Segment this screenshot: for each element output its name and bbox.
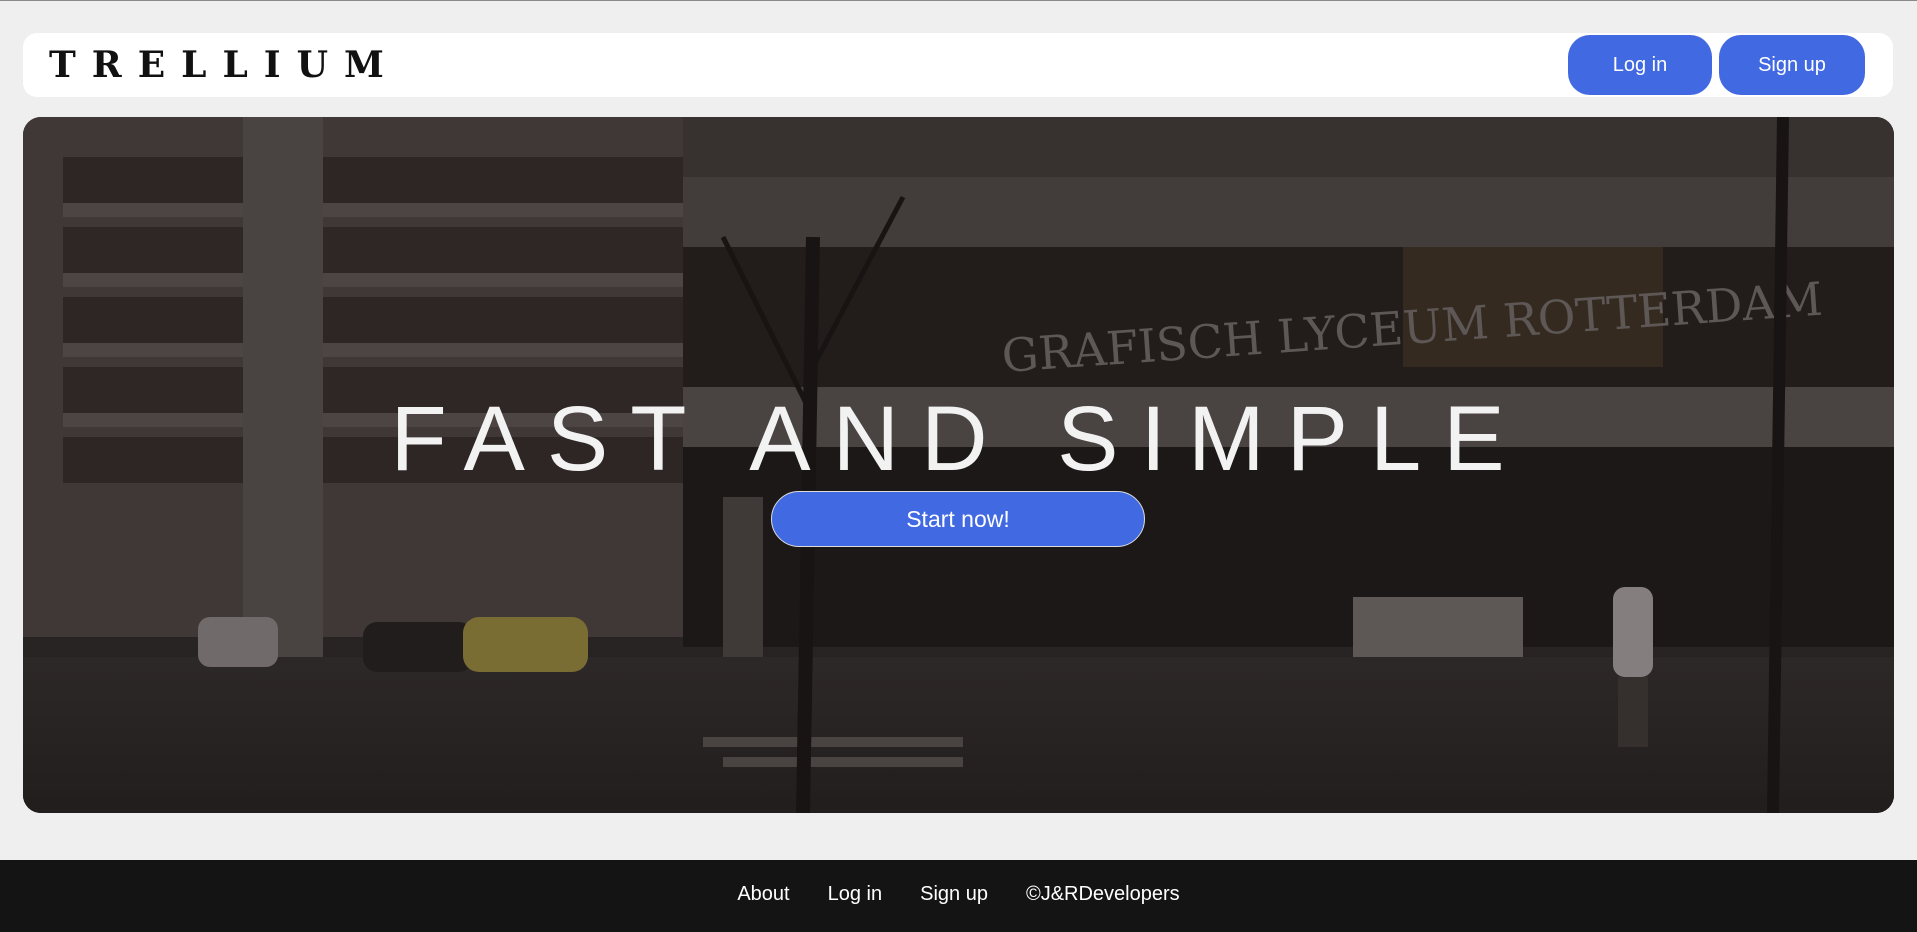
footer-copyright: ©J&RDevelopers (1025, 882, 1180, 905)
footer-link-about[interactable]: About (737, 883, 789, 906)
footer-link-login[interactable]: Log in (828, 883, 883, 906)
hero-banner: GRAFISCH LYCEUM ROTTERDAM FAST AND SIMPL… (23, 117, 1894, 813)
brand-logo[interactable]: TRELLIUM (49, 45, 400, 85)
start-now-button[interactable]: Start now! (771, 491, 1145, 547)
login-button[interactable]: Log in (1568, 35, 1712, 95)
top-navbar: TRELLIUM Log in Sign up (23, 33, 1893, 97)
footer-link-signup[interactable]: Sign up (920, 883, 988, 906)
hero-title: FAST AND SIMPLE (390, 388, 1527, 490)
site-footer: About Log in Sign up ©J&RDevelopers (0, 860, 1917, 932)
signup-button[interactable]: Sign up (1719, 35, 1865, 95)
